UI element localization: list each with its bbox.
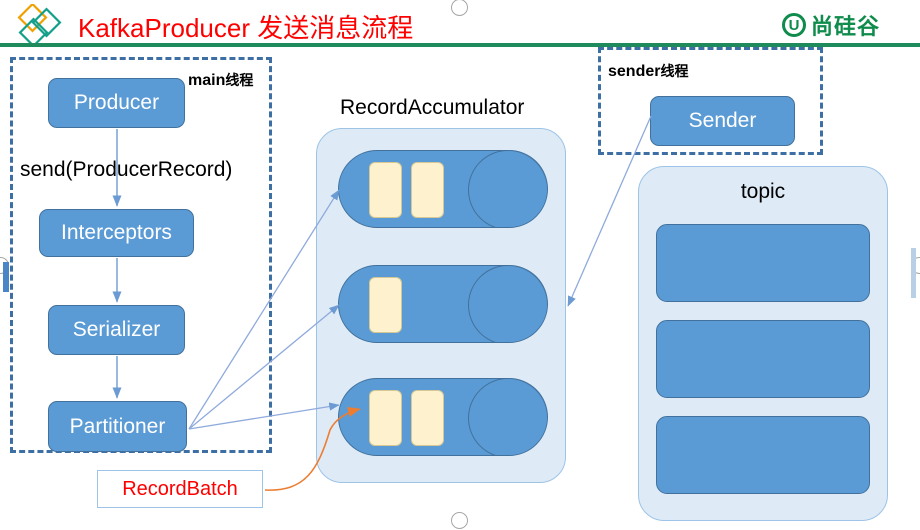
page-title: KafkaProducer 发送消息流程 xyxy=(78,13,414,43)
interceptors-box[interactable]: Interceptors xyxy=(39,209,194,257)
brand-name: 尚硅谷 xyxy=(811,14,881,39)
sender-thread-label: sender线程 xyxy=(608,61,688,81)
sender-thread-label-en: sender xyxy=(608,63,661,80)
page-edge-bar-right xyxy=(911,248,916,298)
deque-end-circle xyxy=(468,151,547,227)
topic-partition-2[interactable] xyxy=(656,416,870,494)
page-handle-top[interactable] xyxy=(451,0,468,16)
page-handle-bottom[interactable] xyxy=(451,512,468,529)
record-batch-block xyxy=(369,390,402,446)
main-thread-label-cn: 线程 xyxy=(225,72,254,88)
record-batch-block xyxy=(369,277,402,333)
record-batch-block xyxy=(411,162,444,218)
topic-partition-1[interactable] xyxy=(656,320,870,398)
three-diamonds-logo-icon xyxy=(4,2,66,48)
header-divider xyxy=(0,43,920,47)
send-producer-record-label: send(ProducerRecord) xyxy=(20,158,233,181)
topic-title: topic xyxy=(740,180,786,203)
atguigu-logo: U 尚硅谷 xyxy=(782,9,880,41)
record-batch-callout[interactable]: RecordBatch xyxy=(97,470,263,508)
serializer-box[interactable]: Serializer xyxy=(48,305,185,355)
sender-box[interactable]: Sender xyxy=(650,96,795,146)
topic-partition-0[interactable] xyxy=(656,224,870,302)
accumulator-deque-3[interactable] xyxy=(338,378,548,456)
record-accumulator-title: RecordAccumulator xyxy=(340,96,525,119)
accumulator-deque-1[interactable] xyxy=(338,150,548,228)
sender-thread-label-cn: 线程 xyxy=(660,63,689,79)
u-circle-icon: U xyxy=(782,13,806,37)
deque-end-circle xyxy=(468,379,547,455)
record-batch-block xyxy=(369,162,402,218)
record-batch-block xyxy=(411,390,444,446)
main-thread-label-en: main xyxy=(188,72,226,89)
main-thread-label: main线程 xyxy=(188,70,253,90)
producer-box[interactable]: Producer xyxy=(48,78,185,128)
page-edge-bar-left xyxy=(3,262,9,292)
deque-end-circle xyxy=(468,266,547,342)
partitioner-box[interactable]: Partitioner xyxy=(48,401,187,452)
accumulator-deque-2[interactable] xyxy=(338,265,548,343)
